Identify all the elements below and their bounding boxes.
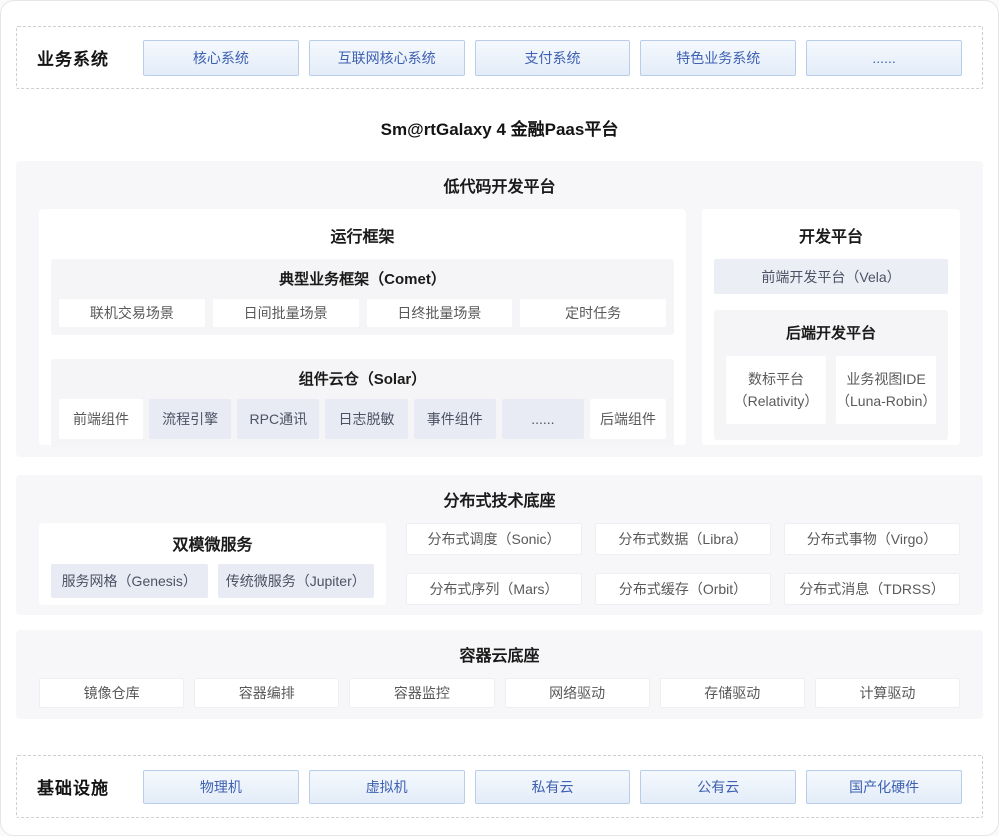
- business-view-ide-item: 业务视图IDE （Luna-Robin）: [836, 356, 936, 424]
- business-system-item: 支付系统: [475, 40, 631, 76]
- scenario-item: 联机交易场景: [59, 299, 205, 327]
- distributed-service-item: 分布式数据（Libra）: [595, 523, 771, 555]
- component-cloud-card: 组件云仓（Solar） 前端组件 流程引擎 RPC通讯 日志脱敏 事件组件 ..…: [51, 359, 674, 447]
- low-code-platform-title: 低代码开发平台: [39, 173, 960, 197]
- infrastructure-item: 私有云: [475, 770, 631, 804]
- dual-mode-microservice-title: 双模微服务: [51, 531, 374, 555]
- low-code-platform-section: 低代码开发平台 运行框架 典型业务框架（Comet） 联机交易场景 日间批量场景…: [16, 161, 983, 457]
- scenario-item: 定时任务: [520, 299, 666, 327]
- component-item: RPC通讯: [237, 399, 319, 439]
- distributed-base-title: 分布式技术底座: [39, 487, 960, 511]
- business-systems-label: 业务系统: [37, 45, 143, 70]
- infrastructure-item: 虚拟机: [309, 770, 465, 804]
- item-line: （Luna-Robin）: [836, 390, 936, 412]
- distributed-service-item: 分布式事物（Virgo）: [784, 523, 960, 555]
- item-line: 业务视图IDE: [846, 368, 925, 390]
- infrastructure-band: 基础设施 物理机 虚拟机 私有云 公有云 国产化硬件: [16, 755, 983, 818]
- distributed-service-item: 分布式消息（TDRSS）: [784, 573, 960, 605]
- container-item: 计算驱动: [815, 678, 960, 708]
- business-systems-band: 业务系统 核心系统 互联网核心系统 支付系统 特色业务系统 ......: [16, 26, 983, 89]
- business-system-item: 互联网核心系统: [309, 40, 465, 76]
- traditional-microservice-item: 传统微服务（Jupiter）: [218, 564, 375, 598]
- backend-dev-platform-title: 后端开发平台: [726, 322, 936, 343]
- container-item: 网络驱动: [505, 678, 650, 708]
- component-item: 流程引擎: [149, 399, 231, 439]
- dev-platform-title: 开发平台: [714, 223, 948, 247]
- infrastructure-label: 基础设施: [37, 774, 143, 799]
- component-cloud-items: 前端组件 流程引擎 RPC通讯 日志脱敏 事件组件 ...... 后端组件: [59, 399, 666, 439]
- typical-business-framework-title: 典型业务框架（Comet）: [59, 268, 666, 289]
- container-base-section: 容器云底座 镜像仓库 容器编排 容器监控 网络驱动 存储驱动 计算驱动: [16, 630, 983, 719]
- infrastructure-item: 物理机: [143, 770, 299, 804]
- page-title: Sm@rtGalaxy 4 金融Paas平台: [1, 115, 998, 140]
- platform-architecture-diagram: 业务系统 核心系统 互联网核心系统 支付系统 特色业务系统 ...... Sm@…: [0, 0, 999, 836]
- business-system-item: 特色业务系统: [640, 40, 796, 76]
- business-system-item-more: ......: [806, 40, 962, 76]
- component-item-more: ......: [502, 399, 584, 439]
- frontend-component-item: 前端组件: [59, 399, 143, 439]
- container-item: 镜像仓库: [39, 678, 184, 708]
- distributed-services-grid: 分布式调度（Sonic） 分布式数据（Libra） 分布式事物（Virgo） 分…: [406, 523, 960, 605]
- dev-platform-card: 开发平台 前端开发平台（Vela） 后端开发平台 数标平台 （Relativit…: [702, 209, 960, 445]
- component-item: 日志脱敏: [325, 399, 407, 439]
- component-item: 事件组件: [414, 399, 496, 439]
- distributed-base-section: 分布式技术底座 双模微服务 服务网格（Genesis） 传统微服务（Jupite…: [16, 475, 983, 615]
- distributed-base-row: 双模微服务 服务网格（Genesis） 传统微服务（Jupiter） 分布式调度…: [39, 523, 960, 605]
- infrastructure-item: 公有云: [640, 770, 796, 804]
- component-cloud-title: 组件云仓（Solar）: [59, 368, 666, 389]
- data-standard-platform-item: 数标平台 （Relativity）: [726, 356, 826, 424]
- scenario-item: 日间批量场景: [213, 299, 359, 327]
- business-systems-boxes: 核心系统 互联网核心系统 支付系统 特色业务系统 ......: [143, 40, 962, 76]
- item-line: 数标平台: [748, 368, 804, 390]
- container-item: 容器监控: [349, 678, 494, 708]
- business-system-item: 核心系统: [143, 40, 299, 76]
- dual-mode-microservice-card: 双模微服务 服务网格（Genesis） 传统微服务（Jupiter）: [39, 523, 386, 605]
- distributed-service-item: 分布式调度（Sonic）: [406, 523, 582, 555]
- item-line: （Relativity）: [734, 390, 819, 412]
- runtime-framework-card: 运行框架 典型业务框架（Comet） 联机交易场景 日间批量场景 日终批量场景 …: [39, 209, 686, 445]
- typical-business-framework-items: 联机交易场景 日间批量场景 日终批量场景 定时任务: [59, 299, 666, 327]
- frontend-dev-platform-item: 前端开发平台（Vela）: [714, 259, 948, 294]
- scenario-item: 日终批量场景: [367, 299, 513, 327]
- distributed-service-item: 分布式缓存（Orbit）: [595, 573, 771, 605]
- container-item: 存储驱动: [660, 678, 805, 708]
- dual-mode-microservice-items: 服务网格（Genesis） 传统微服务（Jupiter）: [51, 564, 374, 598]
- backend-dev-platform-card: 后端开发平台 数标平台 （Relativity） 业务视图IDE （Luna-R…: [714, 310, 948, 440]
- container-base-items: 镜像仓库 容器编排 容器监控 网络驱动 存储驱动 计算驱动: [39, 678, 960, 708]
- service-mesh-item: 服务网格（Genesis）: [51, 564, 208, 598]
- typical-business-framework-card: 典型业务框架（Comet） 联机交易场景 日间批量场景 日终批量场景 定时任务: [51, 259, 674, 335]
- distributed-service-item: 分布式序列（Mars）: [406, 573, 582, 605]
- container-item: 容器编排: [194, 678, 339, 708]
- container-base-title: 容器云底座: [39, 642, 960, 666]
- low-code-platform-row: 运行框架 典型业务框架（Comet） 联机交易场景 日间批量场景 日终批量场景 …: [39, 209, 960, 445]
- infrastructure-boxes: 物理机 虚拟机 私有云 公有云 国产化硬件: [143, 770, 962, 804]
- backend-component-item: 后端组件: [590, 399, 666, 439]
- runtime-framework-title: 运行框架: [51, 223, 674, 247]
- backend-dev-platform-items: 数标平台 （Relativity） 业务视图IDE （Luna-Robin）: [726, 356, 936, 424]
- infrastructure-item: 国产化硬件: [806, 770, 962, 804]
